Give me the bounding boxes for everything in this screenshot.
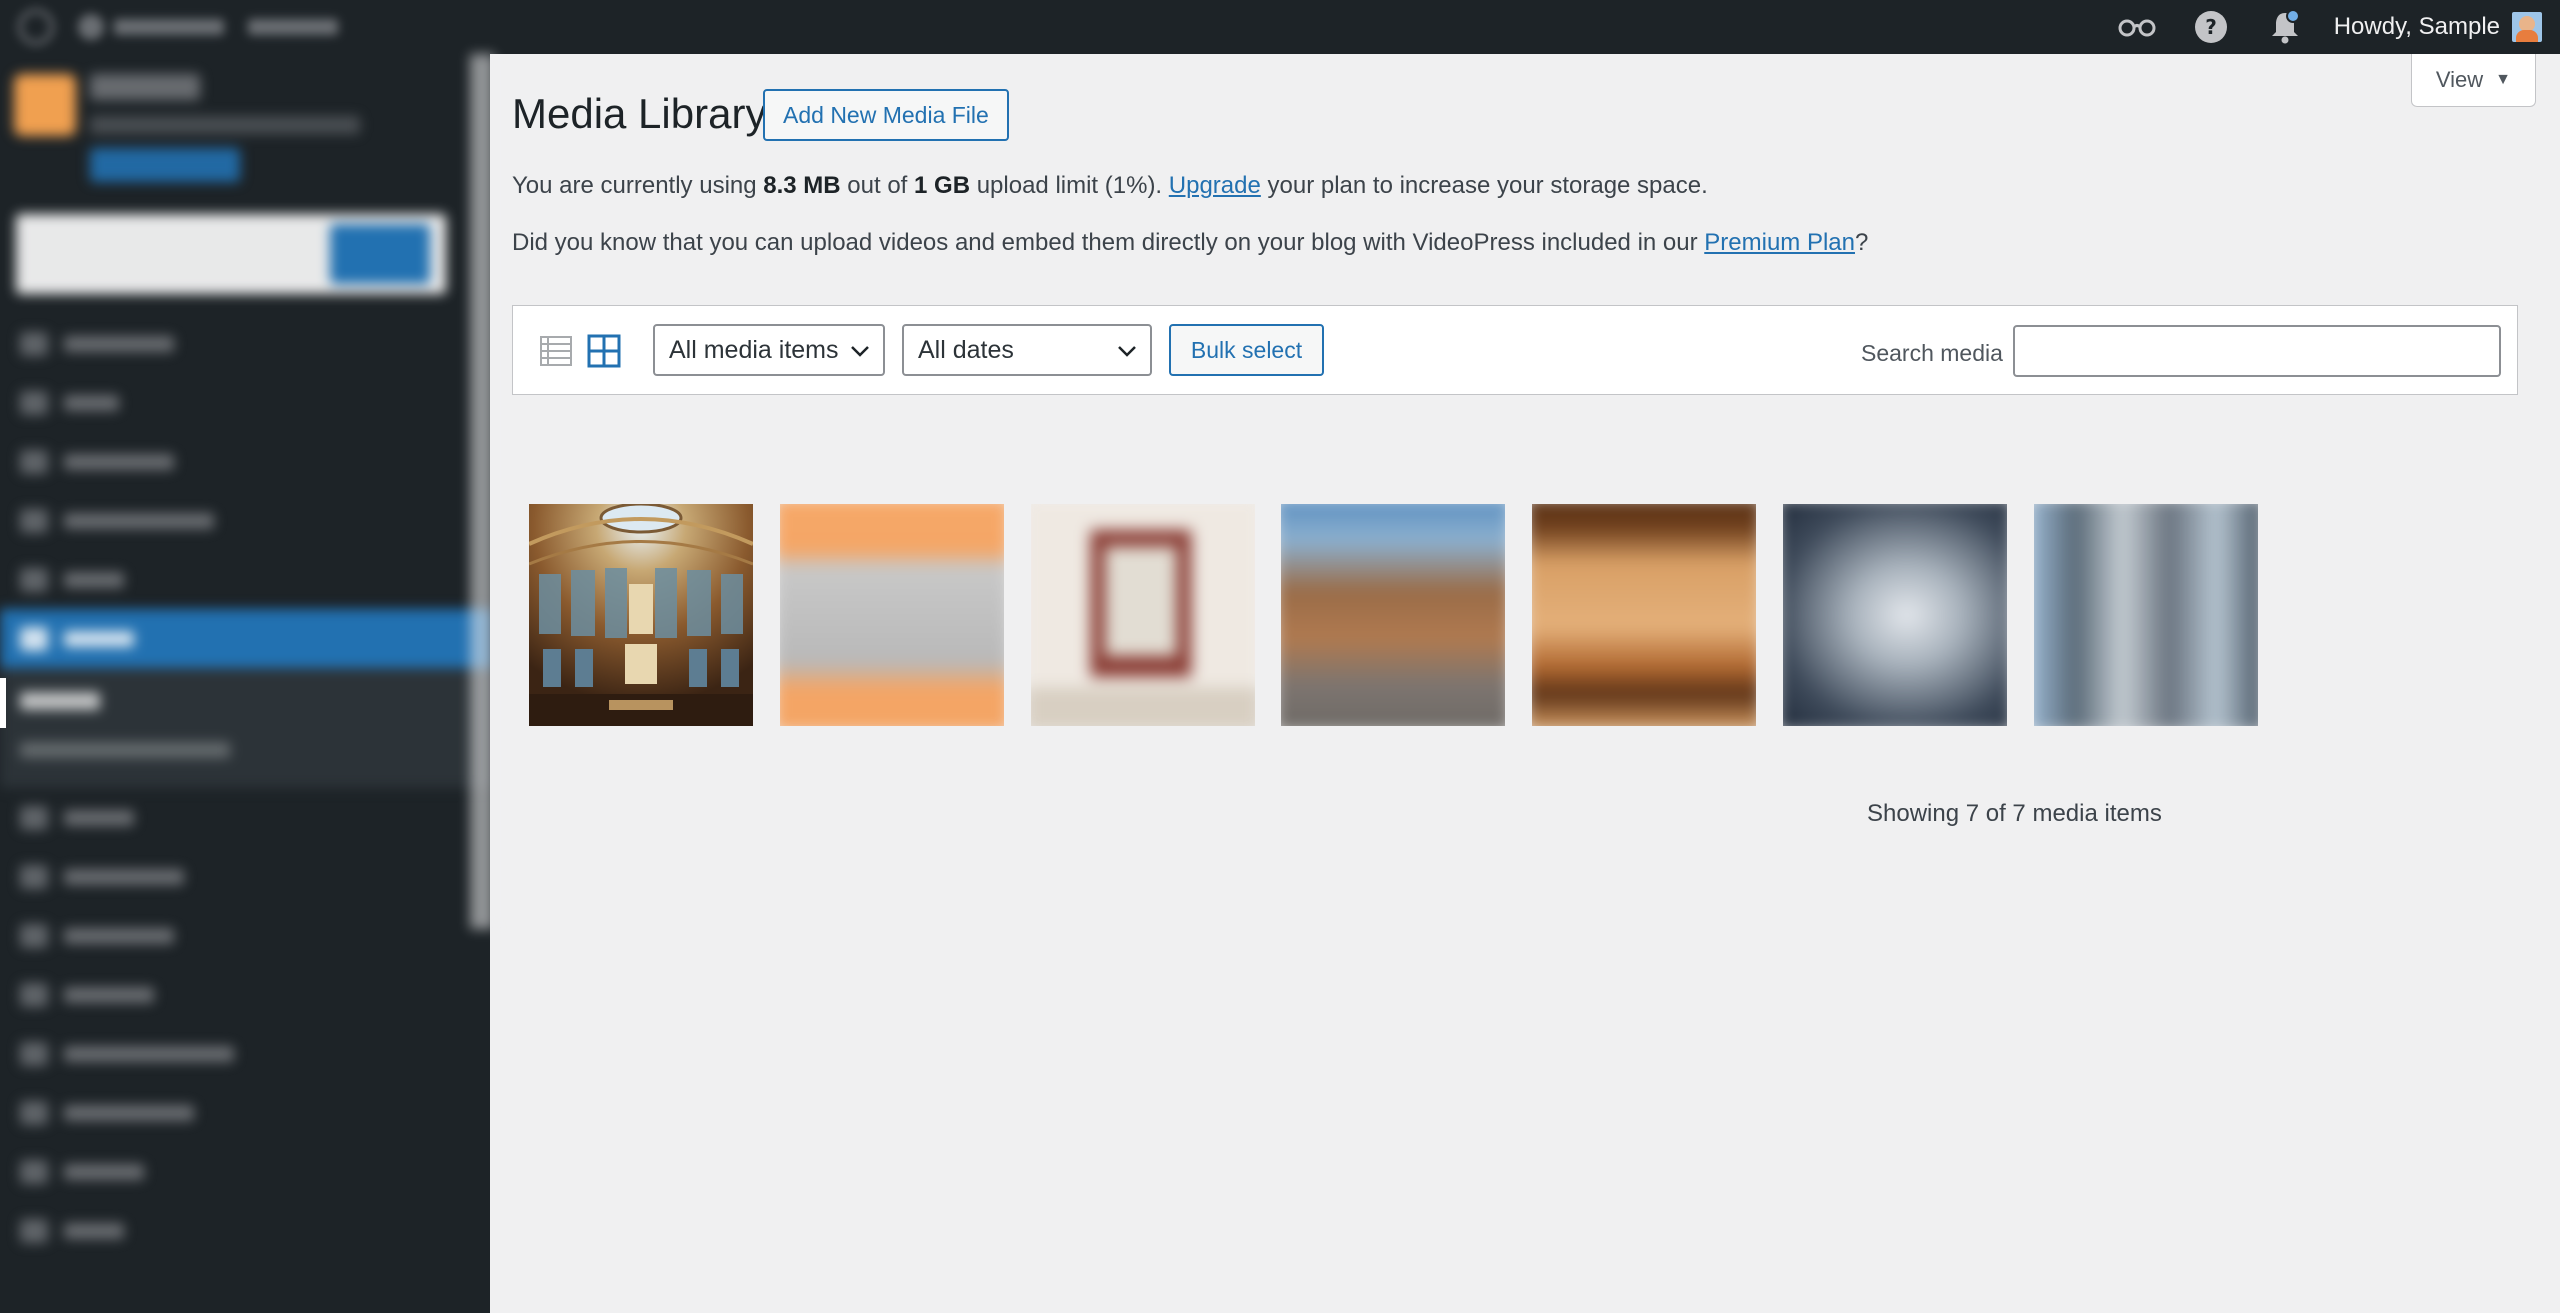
- sidebar-item-1[interactable]: [0, 314, 490, 373]
- media-item-5[interactable]: [1532, 504, 1756, 726]
- sidebar-flyout-edge: [470, 54, 494, 929]
- sidebar-item-7[interactable]: [0, 788, 490, 847]
- sidebar-item-9[interactable]: [0, 906, 490, 965]
- storage-text-tail: your plan to increase your storage space…: [1260, 172, 1708, 199]
- notifications-icon[interactable]: [2248, 0, 2322, 54]
- media-thumbnail-blurred: [2034, 504, 2258, 726]
- media-item-6[interactable]: [1783, 504, 2007, 726]
- storage-text-mid: out of: [840, 172, 915, 199]
- site-switcher[interactable]: [0, 54, 490, 204]
- media-item-4[interactable]: [1281, 504, 1505, 726]
- media-thumbnail-blurred: [1532, 504, 1756, 726]
- search-media-label: Search media: [1861, 340, 2003, 366]
- media-thumbnail-rotunda: [529, 504, 753, 726]
- media-thumbnail-blurred: [1281, 504, 1505, 726]
- sidebar-item-4[interactable]: [0, 491, 490, 550]
- sidebar-search[interactable]: [0, 204, 490, 314]
- sidebar-item-3[interactable]: [0, 432, 490, 491]
- main-content: View ▼ Media Library Add New Media File …: [494, 54, 2560, 1313]
- media-count: Showing 7 of 7 media items: [1867, 800, 2162, 827]
- sidebar-item-5[interactable]: [0, 550, 490, 609]
- sidebar-item-10[interactable]: [0, 965, 490, 1024]
- admin-bar-site-link[interactable]: [78, 14, 224, 40]
- storage-notice: You are currently using 8.3 MB out of 1 …: [512, 172, 1708, 200]
- sidebar-item-14[interactable]: [0, 1201, 490, 1260]
- media-item-1[interactable]: [529, 504, 753, 726]
- admin-bar-left: [0, 0, 338, 54]
- sidebar-item-11[interactable]: [0, 1024, 490, 1083]
- chevron-down-icon: [1118, 346, 1136, 357]
- admin-bar: ? Howdy, Sample: [0, 0, 2560, 54]
- storage-text-post: upload limit (1%).: [970, 172, 1169, 199]
- bulk-select-button[interactable]: Bulk select: [1169, 324, 1324, 376]
- premium-plan-link[interactable]: Premium Plan: [1704, 229, 1855, 256]
- reader-icon[interactable]: [2100, 0, 2174, 54]
- sidebar-item-13[interactable]: [0, 1142, 490, 1201]
- page-title: Media Library: [512, 90, 767, 137]
- media-thumbnail-blurred: [780, 504, 1004, 726]
- sidebar-item-12[interactable]: [0, 1083, 490, 1142]
- media-item-7[interactable]: [2034, 504, 2258, 726]
- sidebar-item-2[interactable]: [0, 373, 490, 432]
- media-thumbnail-blurred: [1783, 504, 2007, 726]
- help-icon[interactable]: ?: [2174, 0, 2248, 54]
- media-thumbnail-blurred: [1031, 504, 1255, 726]
- storage-text-pre: You are currently using: [512, 172, 764, 199]
- avatar[interactable]: [2512, 12, 2542, 42]
- notification-badge: [2285, 9, 2300, 23]
- site-logo-icon: [14, 74, 76, 136]
- svg-text:?: ?: [2205, 15, 2217, 39]
- admin-bar-right: ? Howdy, Sample: [2100, 0, 2560, 54]
- storage-used: 8.3 MB: [763, 172, 841, 199]
- chevron-down-icon: [851, 346, 869, 357]
- view-button-label: View: [2435, 67, 2484, 92]
- media-item-2[interactable]: [780, 504, 1004, 726]
- list-view-icon[interactable]: [539, 334, 573, 368]
- current-menu-marker: [0, 678, 6, 728]
- admin-bar-new-link[interactable]: [248, 19, 338, 35]
- media-toolbar: All media items All dates Bulk select Se…: [512, 305, 2518, 395]
- upgrade-link[interactable]: Upgrade: [1169, 172, 1261, 199]
- videopress-notice: Did you know that you can upload videos …: [512, 229, 1868, 257]
- videopress-text: Did you know that you can upload videos …: [512, 229, 1705, 256]
- wordpress-logo-icon[interactable]: [18, 9, 54, 45]
- sidebar-item-media[interactable]: [0, 609, 490, 668]
- grid-view-icon[interactable]: [587, 334, 621, 368]
- howdy-greeting[interactable]: Howdy, Sample: [2334, 13, 2500, 41]
- caret-down-icon: ▼: [2495, 71, 2511, 88]
- add-new-media-button[interactable]: Add New Media File: [763, 89, 1009, 141]
- view-options-button[interactable]: View ▼: [2410, 54, 2536, 107]
- media-type-filter-value: All media items: [669, 335, 839, 364]
- media-type-filter[interactable]: All media items: [653, 324, 885, 376]
- videopress-text-tail: ?: [1854, 229, 1869, 256]
- sidebar-item-8[interactable]: [0, 847, 490, 906]
- admin-sidebar: [0, 54, 490, 1313]
- search-media-input[interactable]: [2013, 325, 2501, 377]
- media-item-3[interactable]: [1031, 504, 1255, 726]
- sidebar-submenu-media[interactable]: [0, 668, 490, 788]
- date-filter[interactable]: All dates: [902, 324, 1152, 376]
- date-filter-value: All dates: [918, 335, 1014, 364]
- storage-limit: 1 GB: [914, 172, 971, 199]
